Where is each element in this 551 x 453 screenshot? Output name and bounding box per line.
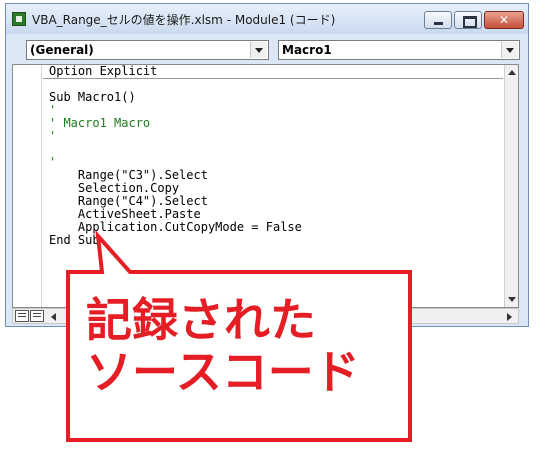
callout-line-2: ソースコード bbox=[86, 345, 360, 399]
callout-text: 記録された ソースコード bbox=[86, 294, 360, 398]
callout-line-1: 記録された bbox=[86, 293, 316, 347]
